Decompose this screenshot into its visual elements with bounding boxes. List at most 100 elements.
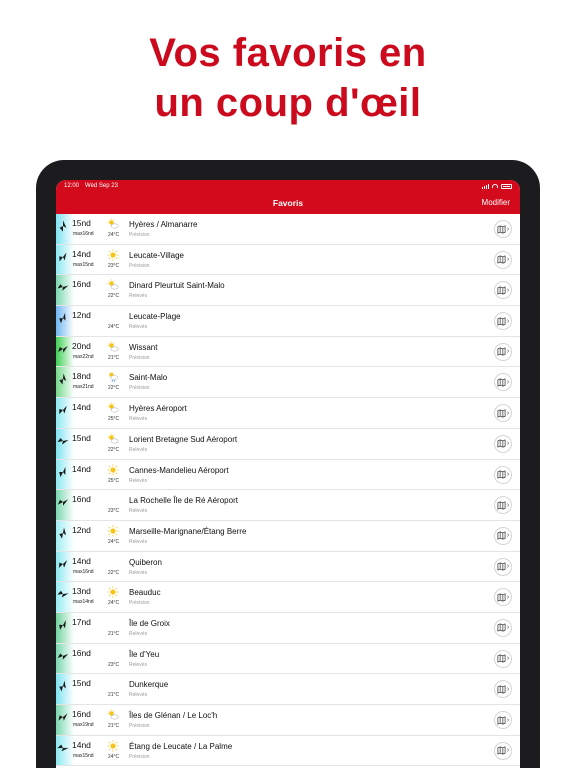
temperature: 22°C	[108, 446, 120, 453]
chevron-right-icon: ›	[506, 655, 510, 663]
map-icon	[497, 715, 506, 725]
data-kind: Prévision	[129, 600, 150, 607]
edit-button[interactable]: Modifier	[482, 192, 510, 214]
map-button[interactable]: ›	[494, 281, 512, 300]
map-icon	[497, 501, 506, 510]
favorite-row[interactable]: 14nd 25°C Cannes-Mandelieu Aéroport Relevés…	[56, 459, 520, 491]
favorite-row[interactable]: 15nd max16nd 24°C Hyères / Almanarre Prévisi…	[56, 214, 520, 245]
map-button[interactable]: ›	[494, 649, 512, 668]
favorite-row[interactable]: 14nd max15nd 23°C Leucate-Village Prévision ›	[56, 244, 520, 276]
map-icon	[497, 439, 506, 448]
map-button[interactable]: ›	[494, 312, 512, 331]
favorite-row[interactable]: 15nd 22°C Lorient Bretagne Sud Aéroport Rel…	[56, 428, 520, 460]
map-icon	[497, 408, 506, 418]
map-button[interactable]: ›	[494, 404, 512, 423]
favorite-row[interactable]: 12nd 24°C Marseille-Marignane/Étang Berre R…	[56, 520, 520, 552]
wind-speed: 14nd	[72, 248, 91, 259]
temperature: 21°C	[108, 723, 120, 729]
chevron-right-icon: ›	[506, 256, 510, 264]
sun-icon	[107, 249, 119, 261]
wind-speed: 17nd	[72, 616, 91, 627]
map-button[interactable]: ›	[494, 342, 512, 361]
status-date: Wed Sep 23	[85, 183, 118, 189]
station-name: Hyères Aéroport	[129, 404, 187, 414]
sun-icon	[107, 586, 119, 598]
map-button[interactable]: ›	[494, 618, 512, 637]
favorites-list: 15nd max16nd 24°C Hyères / Almanarre Prévisi…	[56, 214, 520, 767]
map-button[interactable]: ›	[494, 220, 512, 238]
data-kind: Prévision	[129, 753, 150, 760]
sun-icon	[107, 525, 119, 537]
map-icon	[497, 593, 506, 602]
map-button[interactable]: ›	[494, 588, 512, 607]
station-name: Îles de Glénan / Le Loc'h	[129, 711, 218, 720]
map-button[interactable]: ›	[494, 711, 512, 729]
favorite-row[interactable]: 12nd 24°C Leucate-Plage Relevés ›	[56, 306, 520, 337]
favorite-row[interactable]: 16nd 23°C Île d'Yeu Relevés ›	[56, 643, 520, 675]
data-kind: Relevés	[129, 508, 148, 515]
station-name: Île de Groix	[129, 618, 170, 628]
temperature: 22°C	[108, 569, 120, 576]
map-button[interactable]: ›	[494, 373, 512, 392]
favorite-row[interactable]: 13nd max14nd 24°C Beauduc Prévision ›	[56, 582, 520, 613]
favorite-row[interactable]: 18nd max21nd 22°C Saint-Malo Prévision ›	[56, 367, 520, 399]
map-button[interactable]: ›	[494, 557, 512, 576]
map-button[interactable]: ›	[494, 680, 512, 699]
chevron-right-icon: ›	[506, 286, 510, 294]
favorite-row[interactable]: 16nd 22°C Dinard Pleurtuit Saint-Malo Relev…	[56, 275, 520, 307]
favorite-row[interactable]: 15nd 21°C Dunkerque Relevés ›	[56, 674, 520, 705]
status-bar: 12:00 Wed Sep 23	[56, 180, 520, 192]
map-button[interactable]: ›	[494, 434, 512, 453]
temperature: 23°C	[108, 661, 120, 668]
headline: Vos favoris en un coup d'œil	[0, 28, 576, 128]
map-button[interactable]: ›	[494, 526, 512, 545]
chevron-right-icon: ›	[506, 317, 510, 325]
wind-gust: max14nd	[73, 599, 94, 606]
chevron-right-icon: ›	[506, 440, 510, 448]
map-button[interactable]: ›	[494, 496, 512, 515]
chevron-right-icon: ›	[506, 378, 510, 386]
data-kind: Relevés	[129, 538, 148, 545]
wind-speed: 15nd	[72, 678, 91, 689]
favorite-row[interactable]: 16nd 23°C La Rochelle Île de Ré Aéroport Re…	[56, 490, 520, 521]
wifi-icon	[492, 184, 498, 188]
map-icon	[497, 255, 506, 264]
map-icon	[497, 286, 506, 295]
station-name: Île d'Yeu	[129, 649, 160, 659]
station-name: La Rochelle Île de Ré Aéroport	[129, 496, 238, 506]
sun-cloud-icon	[107, 279, 119, 291]
map-button[interactable]: ›	[494, 250, 512, 269]
wind-direction-arrow-icon	[58, 558, 68, 568]
temperature: 21°C	[108, 354, 120, 361]
wind-speed: 14nd	[72, 402, 91, 413]
favorite-row[interactable]: 14nd max16nd 22°C Quiberon Relevés ›	[56, 551, 520, 583]
map-icon	[497, 746, 506, 755]
chevron-right-icon: ›	[506, 685, 510, 693]
wind-direction-arrow-icon	[57, 711, 68, 722]
station-name: Beauduc	[129, 588, 161, 598]
favorite-row[interactable]: 20nd max22nd 21°C Wissant Prévision ›	[56, 336, 520, 368]
wind-speed: 20nd	[72, 340, 91, 351]
app-screen: 12:00 Wed Sep 23 Favoris Modifier 15nd ma…	[56, 180, 520, 768]
sun-icon	[107, 740, 119, 752]
favorite-row[interactable]: 17nd 21°C Île de Groix Relevés ›	[56, 612, 520, 644]
station-name: Leucate-Village	[129, 250, 185, 260]
data-kind: Relevés	[129, 416, 148, 423]
data-kind: Prévision	[129, 354, 150, 361]
favorite-row[interactable]: 14nd 25°C Hyères Aéroport Relevés ›	[56, 398, 520, 429]
temperature: 23°C	[108, 508, 120, 515]
station-name: Lorient Bretagne Sud Aéroport	[129, 434, 238, 444]
station-name: Hyères / Almanarre	[129, 220, 198, 229]
map-button[interactable]: ›	[494, 741, 512, 760]
temperature: 24°C	[108, 753, 120, 760]
map-button[interactable]: ›	[494, 465, 512, 484]
map-icon	[497, 654, 506, 663]
favorite-row[interactable]: 16nd max19nd 21°C Îles de Glénan / Le Loc'h…	[56, 705, 520, 736]
wind-speed: 15nd	[72, 432, 91, 443]
temperature: 22°C	[108, 385, 120, 392]
nav-title: Favoris	[272, 198, 304, 208]
favorite-row[interactable]: 14nd max15nd 24°C Étang de Leucate / La Pal…	[56, 735, 520, 767]
headline-line-1: Vos favoris en	[149, 31, 427, 75]
signal-icon	[482, 183, 489, 189]
temperature: 24°C	[108, 538, 120, 545]
